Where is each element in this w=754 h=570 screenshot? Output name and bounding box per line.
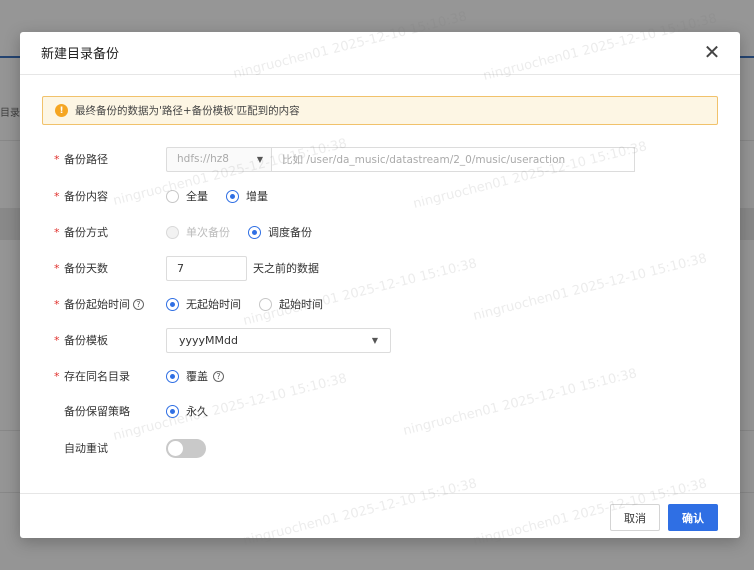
mode-radio-group: 单次备份 调度备份 <box>166 220 312 244</box>
radio-permanent[interactable]: 永久 <box>166 403 208 419</box>
radio-label: 覆盖 <box>186 370 208 383</box>
confirm-button[interactable]: 确认 <box>668 504 718 531</box>
warning-icon: ! <box>55 104 68 117</box>
form-row-same-name: * 存在同名目录 <box>54 364 130 388</box>
radio-circle <box>166 225 179 239</box>
auto-retry-label: 自动重试 <box>64 442 108 455</box>
header-divider <box>20 74 740 75</box>
template-control: yyyyMMdd ▼ <box>166 327 391 353</box>
start-time-label: 备份起始时间 ? <box>64 296 144 312</box>
retention-label: 备份保留策略 <box>64 405 130 418</box>
days-suffix: 天之前的数据 <box>253 262 319 275</box>
cancel-button[interactable]: 取消 <box>610 504 660 531</box>
form-row-path: * 备份路径 <box>54 147 108 171</box>
template-label: 备份模板 <box>64 334 108 347</box>
days-label: 备份天数 <box>64 262 108 275</box>
content-label: 备份内容 <box>64 190 108 203</box>
info-alert: ! 最终备份的数据为'路径+备份模板'匹配到的内容 <box>42 96 718 125</box>
radio-scheduled[interactable]: 调度备份 <box>248 224 312 240</box>
form-row-start-time: * 备份起始时间 ? <box>54 292 144 316</box>
radio-incremental[interactable]: 增量 <box>226 188 268 204</box>
mode-label: 备份方式 <box>64 226 108 239</box>
path-control: hdfs://hz8 ▼ 比如 /user/da_music/datastrea… <box>166 146 635 172</box>
radio-circle <box>259 297 272 311</box>
new-backup-dialog: 新建目录备份 ✕ ! 最终备份的数据为'路径+备份模板'匹配到的内容 * 备份路… <box>20 32 740 538</box>
radio-circle <box>166 369 179 383</box>
form-row-template: * 备份模板 <box>54 328 108 352</box>
required-mark: * <box>54 261 60 275</box>
radio-overwrite[interactable]: 覆盖 ? <box>166 368 224 384</box>
content-radio-group: 全量 增量 <box>166 184 268 208</box>
auto-retry-toggle[interactable] <box>166 438 206 458</box>
radio-label: 调度备份 <box>268 226 312 239</box>
retention-radio-group: 永久 <box>166 399 208 423</box>
required-mark: * <box>54 369 60 383</box>
days-control: 7 天之前的数据 <box>166 255 319 281</box>
form-row-content: * 备份内容 <box>54 184 108 208</box>
dialog-header: 新建目录备份 ✕ <box>20 32 740 72</box>
start-time-radio-group: 无起始时间 起始时间 <box>166 292 323 316</box>
auto-retry-control <box>166 436 206 460</box>
form-row-mode: * 备份方式 <box>54 220 108 244</box>
radio-one-time[interactable]: 单次备份 <box>166 224 230 240</box>
radio-circle <box>226 189 239 203</box>
template-select-value: yyyyMMdd <box>179 333 238 347</box>
required-mark: * <box>54 333 60 347</box>
same-name-label: 存在同名目录 <box>64 370 130 383</box>
start-time-label-text: 备份起始时间 <box>64 298 130 311</box>
template-select[interactable]: yyyyMMdd ▼ <box>166 327 391 353</box>
close-icon[interactable]: ✕ <box>702 42 722 62</box>
cluster-select-value: hdfs://hz8 <box>177 153 229 165</box>
path-input[interactable]: 比如 /user/da_music/datastream/2_0/music/u… <box>272 146 635 172</box>
alert-text: 最终备份的数据为'路径+备份模板'匹配到的内容 <box>75 105 300 117</box>
days-input[interactable]: 7 <box>166 255 247 281</box>
same-name-radio-group: 覆盖 ? <box>166 364 224 388</box>
radio-label: 单次备份 <box>186 226 230 239</box>
radio-circle <box>166 189 179 203</box>
caret-down-icon: ▼ <box>371 335 378 345</box>
radio-label: 全量 <box>186 190 208 203</box>
help-icon[interactable]: ? <box>133 298 144 310</box>
form-row-retention: 备份保留策略 <box>54 399 130 423</box>
radio-label: 永久 <box>186 405 208 418</box>
required-mark: * <box>54 189 60 203</box>
caret-down-icon: ▼ <box>256 154 263 164</box>
path-label: 备份路径 <box>64 153 108 166</box>
toggle-knob <box>168 440 183 456</box>
help-icon[interactable]: ? <box>213 370 224 382</box>
footer-divider <box>20 493 740 494</box>
radio-label: 无起始时间 <box>186 298 241 311</box>
radio-no-start-time[interactable]: 无起始时间 <box>166 296 241 312</box>
radio-label: 增量 <box>246 190 268 203</box>
dialog-title: 新建目录备份 <box>41 46 120 62</box>
required-mark: * <box>54 297 60 311</box>
radio-circle <box>166 404 179 418</box>
radio-circle <box>248 225 261 239</box>
cluster-select[interactable]: hdfs://hz8 ▼ <box>166 146 272 172</box>
required-mark: * <box>54 225 60 239</box>
radio-label: 起始时间 <box>279 298 323 311</box>
required-mark: * <box>54 152 60 166</box>
form-row-auto-retry: 自动重试 <box>54 436 108 460</box>
radio-circle <box>166 297 179 311</box>
radio-full[interactable]: 全量 <box>166 188 208 204</box>
radio-start-time[interactable]: 起始时间 <box>259 296 323 312</box>
form-row-days: * 备份天数 <box>54 256 108 280</box>
